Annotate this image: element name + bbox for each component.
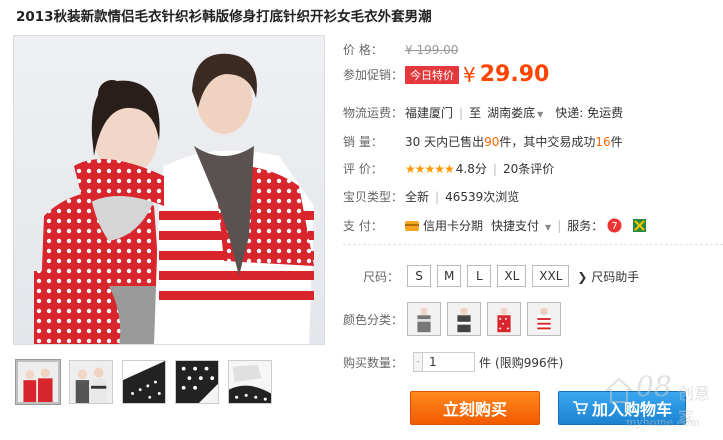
view-count: 46539次浏览: [445, 190, 520, 204]
buy-now-button[interactable]: 立刻购买: [410, 391, 540, 425]
main-product-image: [13, 35, 325, 345]
size-row: 尺码： S M L XL XXL ❯ 尺码助手: [343, 265, 639, 287]
shipping-row: 物流运费： 福建厦门 | 至 湖南娄底 ▼ 快递: 免运费: [343, 104, 623, 121]
promo-row: 参加促销： 今日特价 ¥ 29.90: [343, 62, 549, 87]
quantity-row: 购买数量： - 件 (限购996件): [343, 352, 563, 372]
size-options: S M L XL XXL: [407, 265, 570, 287]
color-option-3[interactable]: [487, 302, 521, 336]
size-helper-link[interactable]: ❯ 尺码助手: [577, 268, 639, 285]
size-option-s[interactable]: S: [407, 265, 431, 287]
credit-card-icon: [405, 220, 419, 231]
quantity-unit: 件: [479, 355, 492, 370]
chevron-down-icon: ▼: [545, 223, 552, 232]
shipping-to-prefix: 至: [469, 106, 482, 120]
stock-limit: (限购996件): [495, 355, 564, 370]
decrease-button[interactable]: -: [413, 352, 423, 372]
type-label: 宝贝类型：: [343, 190, 404, 204]
sales-text-before: 30 天内已售出: [405, 135, 485, 149]
thumbnail-4[interactable]: [175, 360, 219, 404]
thumbnail-3[interactable]: [122, 360, 166, 404]
review-separator: |: [492, 161, 497, 176]
shipping-destination: 湖南娄底: [487, 106, 536, 120]
promo-price: 29.90: [479, 62, 550, 87]
color-options: [407, 302, 561, 336]
size-helper-label: 尺码助手: [591, 269, 640, 284]
watermark-brand: 08: [636, 370, 672, 403]
shipping-label: 物流运费：: [343, 106, 404, 120]
promo-label: 参加促销：: [343, 68, 404, 82]
promo-tag: 今日特价: [405, 65, 459, 84]
rating-stars: ★★★★★: [405, 161, 455, 176]
review-count-link[interactable]: 20条评价: [503, 160, 554, 177]
color-option-4[interactable]: [527, 302, 561, 336]
thumbnail-2[interactable]: [69, 360, 113, 404]
thumbnail-5[interactable]: [228, 360, 272, 404]
payment-separator: |: [557, 218, 562, 233]
sales-row: 销 量： 30 天内已售出 90 件，其中交易成功 16 件: [343, 133, 623, 150]
shipping-separator: |: [459, 105, 464, 120]
service-label: 服务：: [567, 219, 604, 233]
price-row: 价 格： ¥ 199.00: [343, 41, 458, 58]
sales-count: 90: [484, 134, 500, 149]
quick-pay-select[interactable]: 快捷支付 ▼: [491, 217, 551, 234]
house-icon: [604, 377, 634, 403]
color-option-1[interactable]: [407, 302, 441, 336]
properties-divider: [343, 244, 723, 245]
promo-currency: ¥: [463, 62, 476, 87]
review-label: 评 价：: [343, 162, 383, 176]
color-option-2[interactable]: [447, 302, 481, 336]
price-label: 价 格：: [343, 43, 383, 57]
quantity-input[interactable]: [423, 352, 475, 372]
sales-text-mid: 件，其中交易成功: [499, 135, 596, 149]
success-count: 16: [595, 134, 611, 149]
size-option-m[interactable]: M: [437, 265, 462, 287]
watermark-url: myhome.com: [626, 416, 701, 429]
chevron-down-icon: ▼: [537, 110, 544, 119]
guarantee-icon[interactable]: [632, 218, 647, 233]
installment-link[interactable]: 信用卡分期: [423, 217, 483, 234]
shipping-destination-select[interactable]: 湖南娄底 ▼: [487, 104, 543, 121]
size-option-xxl[interactable]: XXL: [532, 265, 570, 287]
quantity-stepper: -: [413, 352, 475, 372]
sales-text-after: 件: [610, 135, 623, 149]
shipping-fee: 快递: 免运费: [555, 106, 624, 120]
product-title: 2013秋装新款情侣毛衣针织衫韩版修身打底针织开衫女毛衣外套男潮: [16, 9, 432, 25]
type-separator: |: [435, 189, 440, 204]
type-row: 宝贝类型： 全新 | 46539次浏览: [343, 188, 519, 205]
item-condition: 全新: [405, 190, 430, 204]
quick-pay-label: 快捷支付: [491, 219, 540, 233]
payment-row: 支 付： 信用卡分期 快捷支付 ▼ | 服务： 7: [343, 217, 647, 234]
thumbnail-1[interactable]: [15, 359, 61, 405]
payment-label: 支 付：: [343, 219, 383, 233]
color-label: 颜色分类：: [343, 312, 404, 327]
size-label: 尺码：: [362, 269, 399, 284]
original-price: ¥ 199.00: [405, 42, 459, 57]
cart-icon: [572, 401, 588, 415]
shipping-from: 福建厦门: [405, 106, 454, 120]
size-option-xl[interactable]: XL: [497, 265, 527, 287]
thumbnail-strip: [15, 359, 272, 405]
review-row: 评 价： ★★★★★ 4.8分 | 20条评价: [343, 160, 554, 177]
size-option-l[interactable]: L: [467, 265, 492, 287]
seven-day-return-icon[interactable]: 7: [607, 218, 622, 233]
chevron-right-icon: ❯: [577, 269, 592, 284]
quantity-label: 购买数量：: [343, 355, 404, 370]
svg-text:7: 7: [612, 221, 618, 232]
rating-score: 4.8分: [455, 162, 487, 176]
sales-label: 销 量：: [343, 135, 383, 149]
site-watermark: 08 创意家 myhome.com: [604, 368, 719, 436]
color-row: 颜色分类：: [343, 302, 561, 336]
